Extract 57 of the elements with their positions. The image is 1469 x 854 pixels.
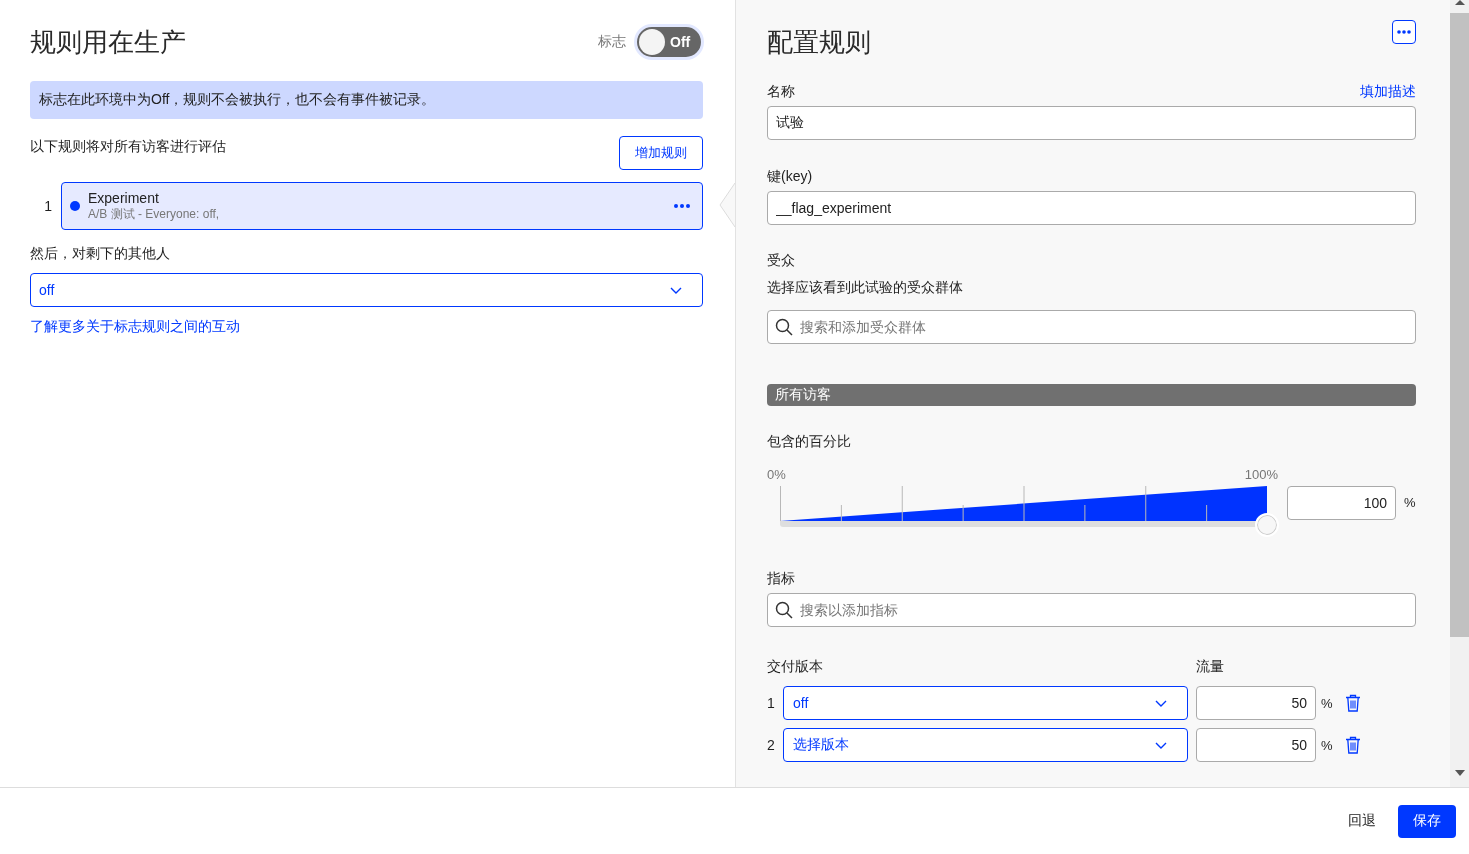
page-title: 规则用在生产	[30, 26, 186, 58]
add-rule-button[interactable]: 增加规则	[619, 136, 703, 170]
scrollbar-thumb[interactable]	[1449, 13, 1469, 637]
audience-search-field[interactable]: 搜索和添加受众群体	[767, 310, 1416, 344]
more-button[interactable]	[1391, 20, 1416, 44]
search-icon	[775, 318, 793, 336]
rule-name: Experiment	[88, 190, 159, 207]
scale-min-label: 0%	[767, 467, 786, 483]
percent-unit: %	[1321, 737, 1333, 753]
traffic-input[interactable]: 50	[1196, 686, 1316, 720]
variation-index: 1	[767, 695, 776, 711]
scroll-down-icon[interactable]	[1454, 770, 1465, 776]
rule-card[interactable]: Experiment A/B 测试 - Everyone: off,	[61, 182, 703, 230]
name-input[interactable]: 试验	[767, 106, 1416, 140]
fallthrough-select[interactable]: off	[30, 273, 703, 307]
field-label: 名称	[767, 82, 795, 101]
trash-icon[interactable]	[1344, 694, 1361, 712]
scrollbar[interactable]	[1449, 0, 1469, 787]
variation-select[interactable]: off	[783, 686, 1188, 720]
notice-banner: 标志在此环境中为Off，规则不会被执行，也不会有事件被记录。	[30, 81, 703, 119]
add-description-link[interactable]: 填加描述	[1359, 81, 1416, 101]
rules-intro: 以下规则将对所有访客进行评估	[30, 137, 226, 156]
field-hint: 选择应该看到此试验的受众群体	[767, 278, 963, 297]
field-label: 指标	[767, 569, 795, 588]
back-button[interactable]: 回退	[1336, 804, 1388, 838]
scroll-up-icon[interactable]	[1454, 0, 1465, 5]
slider-thumb[interactable]	[1255, 513, 1279, 537]
panel-title: 配置规则	[767, 26, 871, 58]
scale-max-label: 100%	[1244, 467, 1278, 483]
column-label: 交付版本	[767, 657, 824, 676]
field-label: 包含的百分比	[767, 432, 851, 451]
traffic-input[interactable]: 50	[1196, 728, 1316, 762]
variation-index: 2	[767, 737, 776, 753]
percent-unit: %	[1404, 494, 1416, 512]
variation-select[interactable]: 选择版本	[783, 728, 1188, 762]
chevron-down-icon	[1155, 699, 1167, 707]
save-button[interactable]: 保存	[1398, 804, 1456, 838]
rule-summary: A/B 测试 - Everyone: off,	[88, 207, 220, 222]
metrics-search-field[interactable]: 搜索以添加指标	[767, 593, 1416, 627]
rule-index: 1	[43, 198, 53, 214]
percent-unit: %	[1321, 695, 1333, 711]
more-icon	[1396, 30, 1411, 34]
learn-more-link[interactable]: 了解更多关于标志规则之间的互动	[30, 316, 240, 336]
flag-toggle[interactable]: Off	[634, 24, 704, 60]
trash-icon[interactable]	[1344, 736, 1361, 754]
toggle-label: 标志	[598, 33, 626, 51]
fallthrough-label: 然后，对剩下的其他人	[30, 244, 170, 263]
audience-bar: 所有访客	[767, 384, 1416, 406]
key-input[interactable]: __flag_experiment	[767, 191, 1416, 225]
field-label: 受众	[767, 251, 795, 270]
column-label: 流量	[1196, 657, 1224, 676]
chevron-down-icon	[1155, 741, 1167, 749]
search-icon	[775, 601, 793, 619]
chevron-down-icon	[670, 286, 682, 294]
field-label: 键(key)	[767, 167, 813, 186]
more-icon[interactable]	[674, 204, 690, 208]
percent-input[interactable]: 100	[1287, 486, 1396, 520]
